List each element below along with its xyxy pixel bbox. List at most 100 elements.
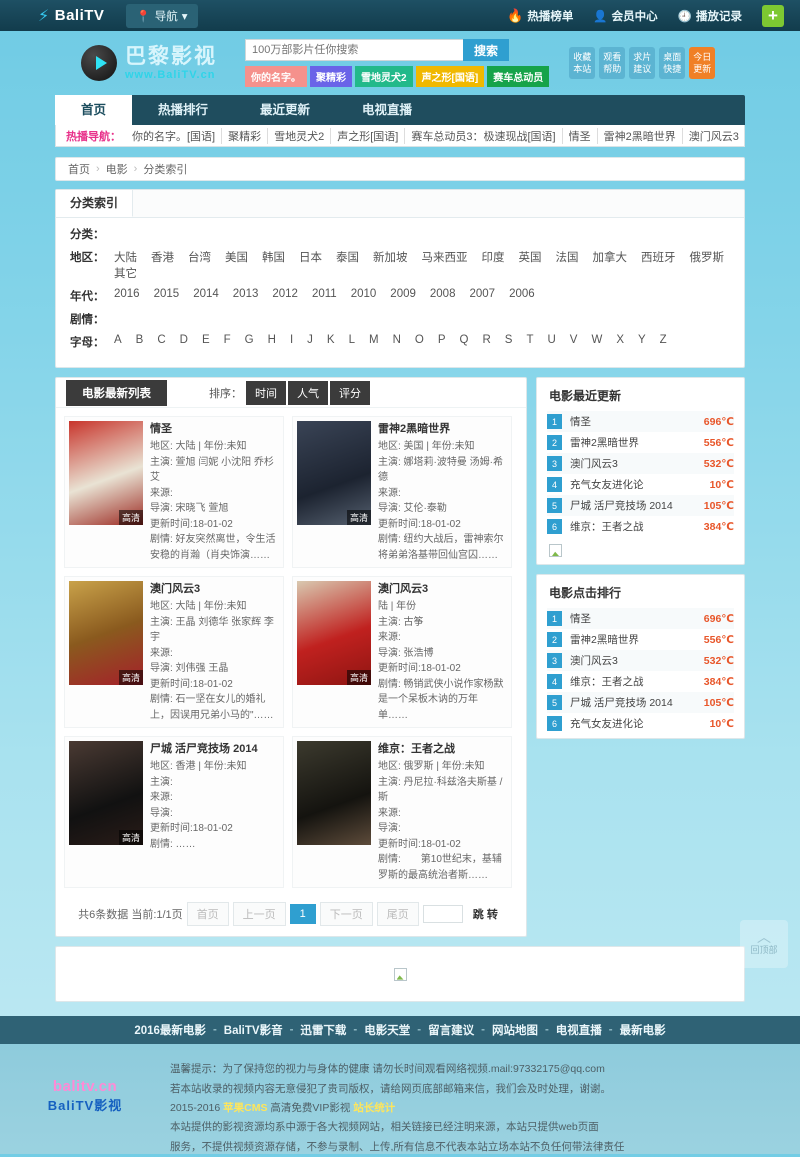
letter-option[interactable]: Z	[660, 334, 667, 346]
rank-name[interactable]: 雷神2黑暗世界	[570, 435, 704, 450]
rank-name[interactable]: 雷神2黑暗世界	[570, 632, 704, 647]
pagination-first[interactable]: 首页	[187, 902, 229, 926]
movie-card[interactable]: 高清 澳门风云3 地区: 大陆 | 年份:未知 主演: 王晶 刘德华 张家辉 李…	[64, 576, 284, 728]
letter-option[interactable]: L	[349, 334, 355, 346]
rank-item[interactable]: 3 澳门风云3 532℃	[547, 453, 734, 474]
rank-item[interactable]: 4 充气女友进化论 10℃	[547, 474, 734, 495]
nav-dropdown-button[interactable]: 📍 导航 ▾	[126, 4, 197, 28]
advertisement-banner[interactable]	[55, 946, 745, 1002]
region-option[interactable]: 大陆	[114, 249, 137, 265]
movie-title[interactable]: 维京：王者之战	[378, 741, 507, 758]
rank-name[interactable]: 澳门风云3	[570, 456, 704, 471]
region-option[interactable]: 其它	[114, 265, 137, 281]
breadcrumb-item-home[interactable]: 首页	[68, 161, 90, 177]
movie-title[interactable]: 尸城 活尸竞技场 2014	[150, 741, 258, 758]
letter-option[interactable]: T	[526, 334, 533, 346]
year-option[interactable]: 2013	[233, 288, 259, 300]
letter-option[interactable]: S	[505, 334, 513, 346]
region-option[interactable]: 加拿大	[593, 249, 628, 265]
search-input[interactable]	[245, 39, 463, 61]
rank-name[interactable]: 澳门风云3	[570, 653, 704, 668]
year-option[interactable]: 2010	[351, 288, 377, 300]
rank-item[interactable]: 2 雷神2黑暗世界 556℃	[547, 432, 734, 453]
year-option[interactable]: 2014	[193, 288, 219, 300]
hot-nav-item[interactable]: 情圣	[563, 128, 598, 144]
region-option[interactable]: 韩国	[262, 249, 285, 265]
rank-item[interactable]: 4 维京：王者之战 384℃	[547, 671, 734, 692]
movie-card[interactable]: 高清 维京：王者之战 地区: 俄罗斯 | 年份:未知 主演: 丹尼拉·科兹洛夫斯…	[292, 736, 512, 888]
rank-name[interactable]: 尸城 活尸竞技场 2014	[570, 498, 704, 513]
pagination-last[interactable]: 尾页	[377, 902, 419, 926]
movie-poster[interactable]: 高清	[297, 581, 371, 685]
hot-keyword[interactable]: 雪地灵犬2	[355, 66, 413, 87]
region-option[interactable]: 西班牙	[641, 249, 676, 265]
rank-item[interactable]: 6 维京：王者之战 384℃	[547, 516, 734, 537]
back-to-top-button[interactable]: ︿ 回顶部	[740, 920, 788, 968]
tab-live-tv[interactable]: 电视直播	[336, 95, 438, 125]
region-option[interactable]: 马来西亚	[422, 249, 468, 265]
letter-option[interactable]: N	[393, 334, 401, 346]
add-button[interactable]: +	[762, 5, 784, 27]
sort-by-popularity[interactable]: 人气	[288, 381, 328, 405]
rank-item[interactable]: 3 澳门风云3 532℃	[547, 650, 734, 671]
region-option[interactable]: 香港	[151, 249, 174, 265]
letter-option[interactable]: W	[591, 334, 602, 346]
breadcrumb-item-index[interactable]: 分类索引	[143, 161, 187, 177]
hot-nav-item[interactable]: 雷神2黑暗世界	[598, 128, 683, 144]
movie-poster[interactable]: 高清	[297, 421, 371, 525]
hot-keyword[interactable]: 赛车总动员	[487, 66, 549, 87]
letter-option[interactable]: B	[136, 334, 144, 346]
footer-link[interactable]: 最新电影	[613, 1022, 673, 1038]
letter-option[interactable]: E	[202, 334, 210, 346]
movie-poster[interactable]: 高清	[69, 581, 143, 685]
footer-link[interactable]: 电视直播	[549, 1022, 609, 1038]
rank-name[interactable]: 尸城 活尸竞技场 2014	[570, 695, 704, 710]
quick-button-desktop[interactable]: 桌面 快捷	[659, 47, 685, 79]
region-option[interactable]: 台湾	[188, 249, 211, 265]
footer-link[interactable]: 电影天堂	[357, 1022, 417, 1038]
movie-poster[interactable]: 高清	[297, 741, 371, 845]
rank-item[interactable]: 2 雷神2黑暗世界 556℃	[547, 629, 734, 650]
footer-link[interactable]: 2016最新电影	[127, 1022, 213, 1038]
sort-by-rating[interactable]: 评分	[330, 381, 370, 405]
region-option[interactable]: 美国	[225, 249, 248, 265]
region-option[interactable]: 新加坡	[373, 249, 408, 265]
rank-name[interactable]: 情圣	[570, 611, 704, 626]
topbar-item-member-center[interactable]: 👤 会员中心	[593, 8, 657, 24]
region-option[interactable]: 法国	[556, 249, 579, 265]
footer-link[interactable]: 留言建议	[421, 1022, 481, 1038]
site-logo[interactable]: 巴黎影视 www.BaliTV.cn	[81, 45, 217, 81]
rank-item[interactable]: 1 情圣 696℃	[547, 608, 734, 629]
region-option[interactable]: 泰国	[336, 249, 359, 265]
region-option[interactable]: 俄罗斯	[690, 249, 725, 265]
year-option[interactable]: 2008	[430, 288, 456, 300]
letter-option[interactable]: H	[268, 334, 276, 346]
region-option[interactable]: 印度	[482, 249, 505, 265]
rank-name[interactable]: 情圣	[570, 414, 704, 429]
hot-keyword[interactable]: 你的名字。	[245, 66, 307, 87]
pagination-prev[interactable]: 上一页	[233, 902, 286, 926]
year-option[interactable]: 2016	[114, 288, 140, 300]
movie-poster[interactable]: 高清	[69, 741, 143, 845]
hot-nav-item[interactable]: 聚精彩	[222, 128, 268, 144]
sort-by-time[interactable]: 时间	[246, 381, 286, 405]
letter-option[interactable]: U	[547, 334, 555, 346]
footer-link[interactable]: 迅雷下载	[293, 1022, 353, 1038]
search-button[interactable]: 搜索	[463, 39, 509, 61]
movie-card[interactable]: 高清 澳门风云3 陆 | 年份 主演: 古筝 来源: 导演: 张浩博 更新时间:…	[292, 576, 512, 728]
year-option[interactable]: 2011	[312, 288, 337, 300]
movie-card[interactable]: 高清 尸城 活尸竞技场 2014 地区: 香港 | 年份:未知 主演: 来源: …	[64, 736, 284, 888]
quick-button-help[interactable]: 观看 帮助	[599, 47, 625, 79]
rank-name[interactable]: 维京：王者之战	[570, 674, 704, 689]
quick-button-request[interactable]: 求片 建议	[629, 47, 655, 79]
footer-link[interactable]: 网站地图	[485, 1022, 545, 1038]
rank-item[interactable]: 5 尸城 活尸竞技场 2014 105℃	[547, 495, 734, 516]
region-option[interactable]: 日本	[299, 249, 322, 265]
year-option[interactable]: 2006	[509, 288, 535, 300]
rank-item[interactable]: 1 情圣 696℃	[547, 411, 734, 432]
rank-item[interactable]: 6 充气女友进化论 10℃	[547, 713, 734, 734]
movie-title[interactable]: 情圣	[150, 421, 279, 438]
footer-stat-link[interactable]: 站长统计	[353, 1102, 395, 1114]
hot-nav-item[interactable]: 澳门风云3	[683, 128, 745, 144]
pagination-next[interactable]: 下一页	[320, 902, 373, 926]
